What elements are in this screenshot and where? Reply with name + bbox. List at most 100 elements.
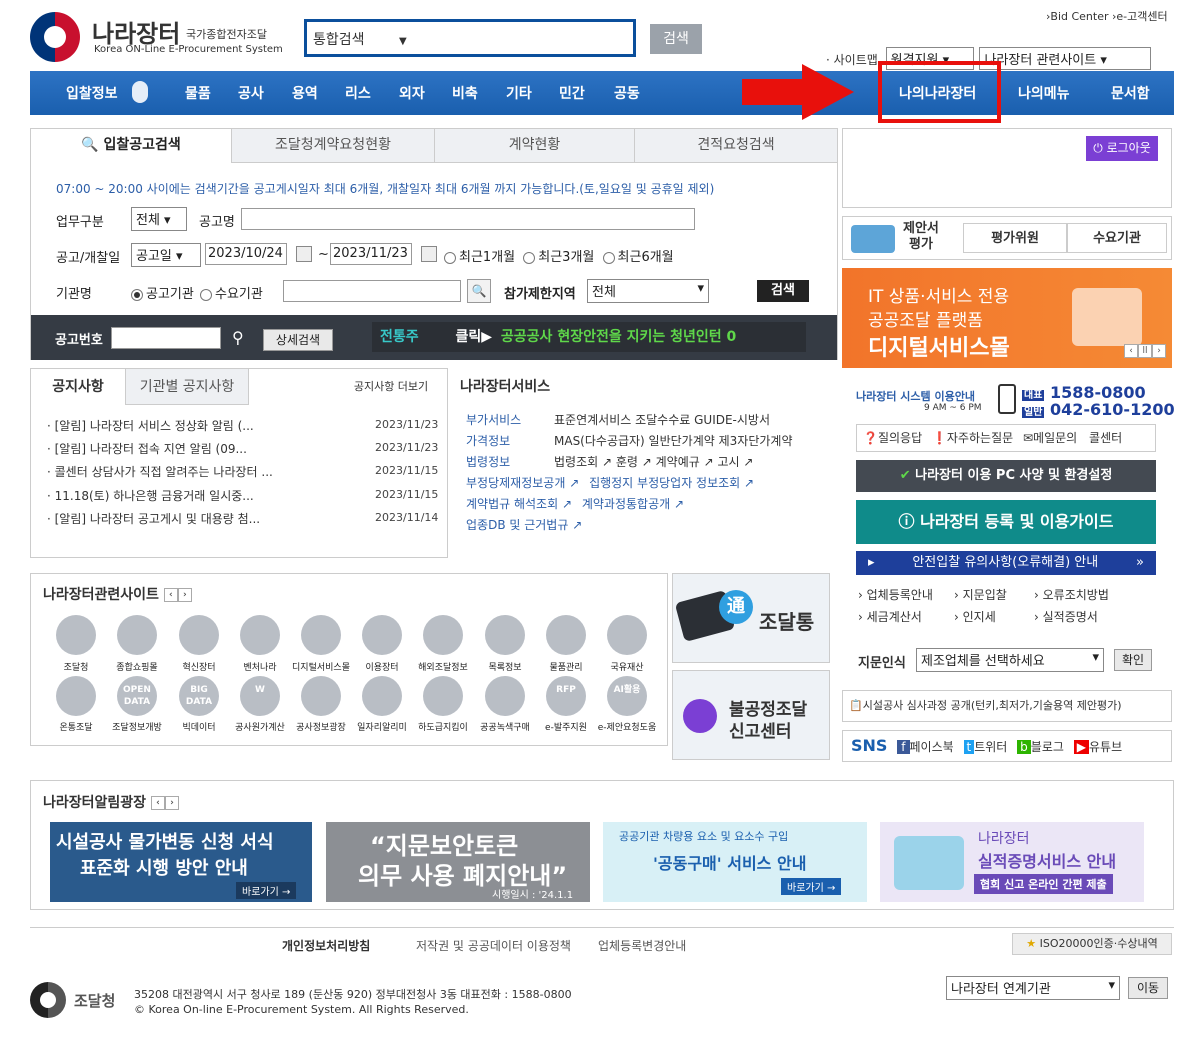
prev-icon[interactable]: ‹ <box>150 796 165 810</box>
nav-item-my-menu[interactable]: 나의메뉴 <box>1018 83 1070 103</box>
period-1m-radio[interactable]: 최근1개월 <box>444 250 515 265</box>
youtube-link[interactable]: ▶ 유튜브 <box>1073 740 1122 754</box>
quick-link[interactable]: › 인지세 <box>954 606 1034 628</box>
related-site-label[interactable]: 물품관리 <box>536 660 596 673</box>
related-site-label[interactable]: 공사정보광장 <box>291 720 351 733</box>
plaza-banner-fingerprint[interactable]: “지문보안토큰 의무 사용 폐지안내” 시행일시 : '24.1.1 <box>326 822 590 902</box>
related-site-label[interactable]: 국유재산 <box>597 660 657 673</box>
notice-more-link[interactable]: 공지사항 더보기 <box>331 369 451 405</box>
blog-link[interactable]: b 블로그 <box>1017 740 1064 754</box>
nav-item-lease[interactable]: 리스 <box>345 83 371 103</box>
notice-item[interactable]: · [알림] 나라장터 서비스 정상화 알림 (... <box>47 417 254 434</box>
quick-link[interactable]: › 지문입찰 <box>954 584 1034 606</box>
pc-env-button[interactable]: ✔ 나라장터 이용 PC 사양 및 환경설정 <box>856 460 1156 492</box>
period-6m-radio[interactable]: 최근6개월 <box>602 250 674 265</box>
prev-icon[interactable]: ‹ <box>163 588 178 602</box>
related-site-label[interactable]: 종합쇼핑몰 <box>107 660 167 673</box>
nav-item-foreign[interactable]: 외자 <box>399 83 425 103</box>
privacy-policy-link[interactable]: 개인정보처리방침 <box>282 937 370 954</box>
banner-button[interactable]: 바로가기 → <box>236 882 297 899</box>
date-from-input[interactable]: 2023/10/24 <box>205 243 287 265</box>
search-type-select[interactable]: 통합검색 ▼ <box>313 29 407 49</box>
twitter-link[interactable]: t 트위터 <box>963 740 1007 754</box>
plaza-banner-joint-purchase[interactable]: 공공기관 차량용 요소 및 요소수 구입 '공동구매' 서비스 안내 바로가기 … <box>603 822 867 902</box>
qna-link[interactable]: ❓질의응답 <box>863 431 922 445</box>
tab-quote-search[interactable]: 견적요청검색 <box>634 129 837 163</box>
nav-item-stockpile[interactable]: 비축 <box>452 83 478 103</box>
tab-agency-notice[interactable]: 기관별 공지사항 <box>125 369 249 405</box>
related-site-label[interactable]: 공공녹색구매 <box>475 720 535 733</box>
logout-button[interactable]: ⏻ 로그아웃 <box>1086 136 1158 161</box>
iso-link[interactable]: ★ ISO20000인증·수상내역 <box>1012 933 1172 955</box>
nav-item-etc[interactable]: 기타 <box>506 83 532 103</box>
banner-pager[interactable]: ‹ ll › <box>1124 344 1166 358</box>
notice-item[interactable]: · [알림] 나라장터 공고게시 및 대용량 첨... <box>47 510 260 527</box>
logo-emblem[interactable] <box>30 12 80 62</box>
related-site-label[interactable]: 디지털서비스몰 <box>291 660 351 673</box>
related-site-label[interactable]: 빅데이터 <box>169 720 229 733</box>
plaza-banner-performance[interactable]: 나라장터 실적증명서비스 안내 협회 신고 온라인 간편 제출 <box>880 822 1144 902</box>
related-site-label[interactable]: 하도급지킴이 <box>413 720 473 733</box>
nav-item-private[interactable]: 민간 <box>559 83 585 103</box>
service-key[interactable]: 가격정보 <box>466 432 554 449</box>
tab-contract-status[interactable]: 계약현황 <box>434 129 634 163</box>
search-icon[interactable]: ⚲ <box>232 328 244 347</box>
faq-link[interactable]: ❗자주하는질문 <box>932 431 1013 445</box>
service-link[interactable]: 업종DB 및 근거법규 <box>466 518 568 532</box>
nav-item-construction[interactable]: 공사 <box>238 83 264 103</box>
notice-item[interactable]: · 콜센터 상담사가 직접 알려주는 나라장터 ... <box>47 463 273 480</box>
period-3m-radio[interactable]: 최근3개월 <box>523 250 594 265</box>
top-links[interactable]: ›Bid Center ›e-고객센터 <box>1046 8 1168 24</box>
nav-item-joint[interactable]: 공동 <box>614 83 640 103</box>
tab-notice[interactable]: 공지사항 <box>31 369 125 405</box>
related-site-label[interactable]: e-발주지원 <box>536 720 596 733</box>
next-icon[interactable]: › <box>1152 344 1166 358</box>
search-button[interactable]: 검색 <box>650 24 702 54</box>
evaluator-button[interactable]: 평가위원 <box>963 223 1067 253</box>
related-site-label[interactable]: 이용장터 <box>352 660 412 673</box>
search-input[interactable]: 통합검색 ▼ <box>304 19 636 57</box>
next-icon[interactable]: › <box>164 796 179 810</box>
service-key[interactable]: 법령정보 <box>466 453 554 470</box>
plaza-banner-price[interactable]: 시설공사 물가변동 신청 서식 표준화 시행 방안 안내 바로가기 → <box>50 822 312 902</box>
related-site-label[interactable]: 일자리알리미 <box>352 720 412 733</box>
prev-icon[interactable]: ‹ <box>1124 344 1138 358</box>
quick-link[interactable]: › 오류조치방법 <box>1034 588 1109 602</box>
tab-contract-request[interactable]: 조달청계약요청현황 <box>231 129 434 163</box>
copyright-policy-link[interactable]: 저작권 및 공공데이터 이용정책 <box>416 937 571 954</box>
related-site-label[interactable]: 벤처나라 <box>230 660 290 673</box>
quick-link[interactable]: › 업체등록안내 <box>858 584 954 606</box>
agency-notice-radio[interactable]: 공고기관 <box>131 287 194 302</box>
service-link[interactable]: 부정당제재정보공개 <box>466 476 565 490</box>
calendar-icon[interactable] <box>421 246 437 262</box>
related-site-label[interactable]: 온통조달 <box>46 720 106 733</box>
service-link[interactable]: 집행정지 부정당업자 정보조회 <box>589 476 740 490</box>
bid-search-button[interactable]: 검색 <box>757 280 809 302</box>
notice-item[interactable]: · [알림] 나라장터 접속 지연 알림 (09... <box>47 440 247 457</box>
company-change-link[interactable]: 업체등록변경안내 <box>598 937 686 954</box>
service-value[interactable]: 표준연계서비스 조달수수료 GUIDE-시방서 <box>554 413 770 427</box>
date-to-input[interactable]: 2023/11/23 <box>330 243 412 265</box>
move-button[interactable]: 이동 <box>1128 977 1168 999</box>
service-key[interactable]: 부가서비스 <box>466 411 554 428</box>
related-site-label[interactable]: 해외조달정보 <box>413 660 473 673</box>
fingerprint-select[interactable]: 제조업체를 선택하세요 ▾ <box>916 648 1104 672</box>
agency-demand-radio[interactable]: 수요기관 <box>199 287 263 302</box>
pause-icon[interactable]: ll <box>1138 344 1152 358</box>
region-select[interactable]: 전체 ▾ <box>587 279 709 303</box>
nav-item-documents[interactable]: 문서함 <box>1111 83 1150 103</box>
related-site-label[interactable]: 혁신장터 <box>169 660 229 673</box>
tab-bid-search[interactable]: 🔍 입찰공고검색 <box>31 129 231 164</box>
nav-item-bid[interactable]: 입찰정보 <box>66 83 118 103</box>
agency-name-input[interactable] <box>283 280 461 302</box>
related-site-label[interactable]: e-제안요청도움 <box>597 720 657 733</box>
service-link[interactable]: 계약법규 해석조회 <box>466 497 558 511</box>
related-site-label[interactable]: 공사원가계산 <box>230 720 290 733</box>
ticker[interactable]: 전통주 클릭▶ 공공공사 현장안전을 지키는 청년인턴 0 <box>372 322 806 352</box>
jodaltong-banner[interactable]: 通 조달통 <box>672 573 830 663</box>
related-site-label[interactable]: 조달청 <box>46 660 106 673</box>
safety-notice-button[interactable]: ▸ 안전입찰 유의사항(오류해결) 안내» <box>856 551 1156 575</box>
next-icon[interactable]: › <box>177 588 192 602</box>
proposal-label[interactable]: 제안서 평가 <box>903 221 939 253</box>
work-type-select[interactable]: 전체 ▾ <box>131 207 187 231</box>
